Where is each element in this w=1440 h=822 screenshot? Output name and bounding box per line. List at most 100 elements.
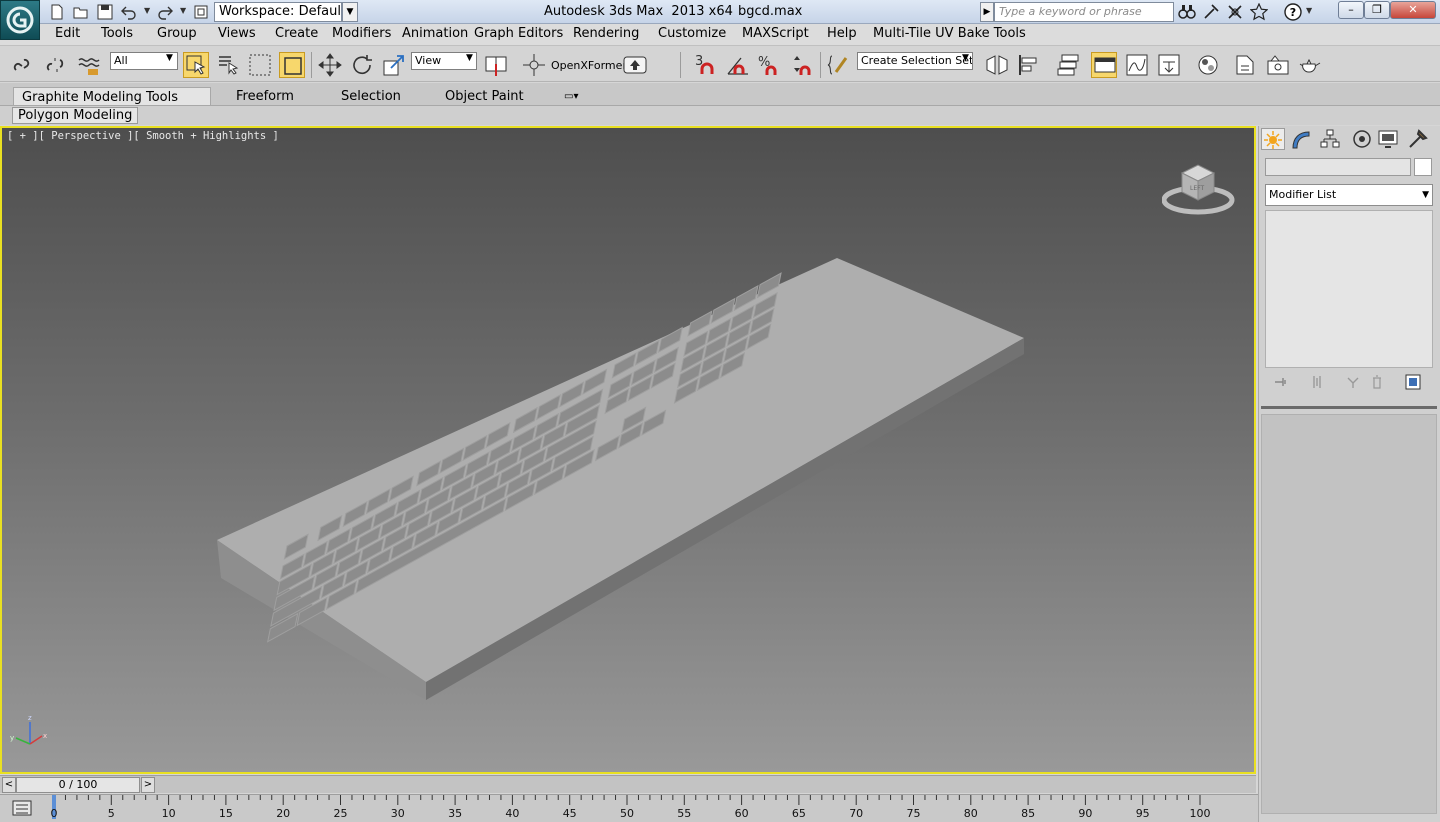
configure-modifier-sets-icon[interactable] (1405, 374, 1421, 390)
select-by-name-icon[interactable] (216, 52, 242, 78)
object-color-swatch[interactable] (1414, 158, 1432, 176)
redo-dropdown-icon[interactable]: ▼ (180, 6, 186, 15)
time-slider-thumb[interactable]: 0 / 100 (16, 777, 140, 793)
redo-icon[interactable] (156, 3, 174, 21)
unlink-selection-icon[interactable] (43, 52, 69, 78)
modifier-list-arrow-icon[interactable]: ▼ (1422, 185, 1429, 205)
binoculars-icon[interactable] (1178, 3, 1196, 21)
menu-graph-editors[interactable]: Graph Editors (474, 26, 563, 41)
track-bar-ruler[interactable]: 0 5 10 15 20 25 30 35 40 45 50 55 60 65 70 75 80 85 90 95 10… (50, 795, 1260, 822)
search-expand-icon[interactable]: ▶ (980, 2, 994, 22)
project-folder-icon[interactable] (192, 3, 210, 21)
selection-filter-arrow-icon[interactable]: ▼ (166, 53, 173, 63)
workspace-dropdown[interactable]: Workspace: Default (214, 2, 342, 22)
bind-to-space-warp-icon[interactable] (76, 52, 102, 78)
manage-layers-icon[interactable] (1056, 52, 1082, 78)
snaps-toggle-icon[interactable]: 3 (693, 52, 719, 78)
open-file-icon[interactable] (72, 3, 90, 21)
keyboard-model[interactable] (2, 128, 1254, 772)
hierarchy-tab-icon[interactable] (1319, 128, 1343, 150)
time-slider[interactable]: < 0 / 100 > (0, 775, 1256, 793)
track-bar[interactable]: 0 5 10 15 20 25 30 35 40 45 50 55 60 65 70 75 80 85 90 95 10… (0, 794, 1258, 822)
perspective-viewport[interactable]: [ + ][ Perspective ][ Smooth + Highlight… (0, 126, 1256, 774)
minimize-button[interactable]: – (1338, 1, 1364, 19)
render-production-teapot-icon[interactable] (1297, 52, 1323, 78)
percent-snap-toggle-icon[interactable]: % (757, 52, 783, 78)
modify-tab-icon[interactable] (1289, 128, 1313, 150)
select-and-scale-icon[interactable] (381, 52, 407, 78)
display-tab-icon[interactable] (1377, 128, 1401, 150)
viewport-label-menu[interactable]: [ + ][ Perspective ][ Smooth + Highlight… (7, 130, 279, 142)
pivot-center-icon[interactable] (483, 52, 509, 78)
angle-snap-toggle-icon[interactable] (725, 52, 751, 78)
schematic-view-icon[interactable] (1156, 52, 1182, 78)
mirror-icon[interactable] (984, 52, 1010, 78)
close-button[interactable]: ✕ (1390, 1, 1436, 19)
graphite-modeling-tools-toggle-icon[interactable] (1091, 52, 1117, 78)
favorites-star-icon[interactable] (1249, 2, 1269, 21)
save-icon[interactable] (96, 3, 114, 21)
openxformer-icon[interactable] (521, 52, 547, 78)
menu-multi-tile-uv-bake-tools[interactable]: Multi-Tile UV Bake Tools (873, 26, 1026, 41)
motion-tab-icon[interactable] (1351, 128, 1375, 150)
undo-icon[interactable] (120, 3, 138, 21)
make-unique-icon[interactable] (1345, 374, 1361, 390)
remove-modifier-icon[interactable] (1369, 374, 1385, 390)
object-name-input[interactable] (1265, 158, 1411, 176)
spinner-snap-toggle-icon[interactable] (789, 52, 815, 78)
tab-object-paint[interactable]: Object Paint (437, 87, 532, 107)
material-editor-icon[interactable] (1195, 52, 1221, 78)
next-frame-icon[interactable]: > (141, 777, 155, 793)
align-icon[interactable] (1016, 52, 1042, 78)
select-and-link-icon[interactable] (10, 52, 36, 78)
menu-maxscript[interactable]: MAXScript (742, 26, 809, 41)
utilities-tab-icon[interactable] (1407, 128, 1431, 150)
window-crossing-icon[interactable] (279, 52, 305, 78)
select-and-rotate-icon[interactable] (349, 52, 375, 78)
select-object-icon[interactable] (183, 52, 209, 78)
tab-graphite-modeling-tools[interactable]: Graphite Modeling Tools (13, 87, 211, 107)
help-icon[interactable]: ? (1284, 3, 1302, 21)
menu-views[interactable]: Views (218, 26, 256, 41)
menu-edit[interactable]: Edit (55, 26, 80, 41)
menu-rendering[interactable]: Rendering (573, 26, 639, 41)
viewcube[interactable]: LEFT (1161, 158, 1238, 222)
menu-help[interactable]: Help (827, 26, 857, 41)
select-and-move-icon[interactable] (317, 52, 343, 78)
menu-tools[interactable]: Tools (101, 26, 133, 41)
tab-freeform[interactable]: Freeform (228, 87, 302, 107)
reference-coordinate-arrow-icon[interactable]: ▼ (466, 53, 473, 63)
help-dropdown-icon[interactable]: ▼ (1306, 6, 1312, 15)
edit-named-selection-sets-icon[interactable] (826, 52, 852, 78)
modifier-stack-list[interactable] (1265, 210, 1433, 368)
new-file-icon[interactable] (48, 3, 66, 21)
keyword-search-input[interactable]: Type a keyword or phrase (994, 2, 1174, 22)
rendered-frame-window-icon[interactable] (1265, 52, 1291, 78)
polygon-modeling-panel[interactable]: Polygon Modeling (12, 107, 139, 124)
curve-editor-icon[interactable] (1124, 52, 1150, 78)
previous-frame-icon[interactable]: < (2, 777, 16, 793)
tab-selection[interactable]: Selection (333, 87, 409, 107)
undo-dropdown-icon[interactable]: ▼ (144, 6, 150, 15)
pin-stack-icon[interactable] (1273, 374, 1289, 390)
show-end-result-icon[interactable] (1309, 374, 1325, 390)
mini-curve-editor-icon[interactable] (12, 799, 32, 817)
named-selection-arrow-icon[interactable]: ▼ (962, 53, 969, 63)
named-selection-set-dropdown[interactable]: Create Selection Set (857, 52, 973, 70)
render-setup-icon[interactable] (1233, 52, 1259, 78)
communication-center-icon[interactable] (1226, 3, 1244, 21)
maximize-button[interactable]: ❐ (1364, 1, 1390, 19)
workspace-dropdown-arrow-icon[interactable]: ▼ (342, 2, 358, 22)
ribbon-options-icon[interactable]: ▭▾ (556, 87, 586, 107)
subscription-center-icon[interactable] (1202, 3, 1220, 21)
menu-animation[interactable]: Animation (402, 26, 468, 41)
keyboard-shortcut-override-icon[interactable] (622, 52, 648, 78)
openxformer-label[interactable]: OpenXFormer (551, 59, 627, 72)
create-tab-icon[interactable] (1261, 128, 1285, 150)
menu-create[interactable]: Create (275, 26, 318, 41)
menu-customize[interactable]: Customize (658, 26, 726, 41)
app-menu-logo-icon[interactable] (0, 0, 40, 40)
modifier-list-dropdown[interactable]: Modifier List ▼ (1265, 184, 1433, 206)
menu-modifiers[interactable]: Modifiers (332, 26, 391, 41)
menu-group[interactable]: Group (157, 26, 197, 41)
